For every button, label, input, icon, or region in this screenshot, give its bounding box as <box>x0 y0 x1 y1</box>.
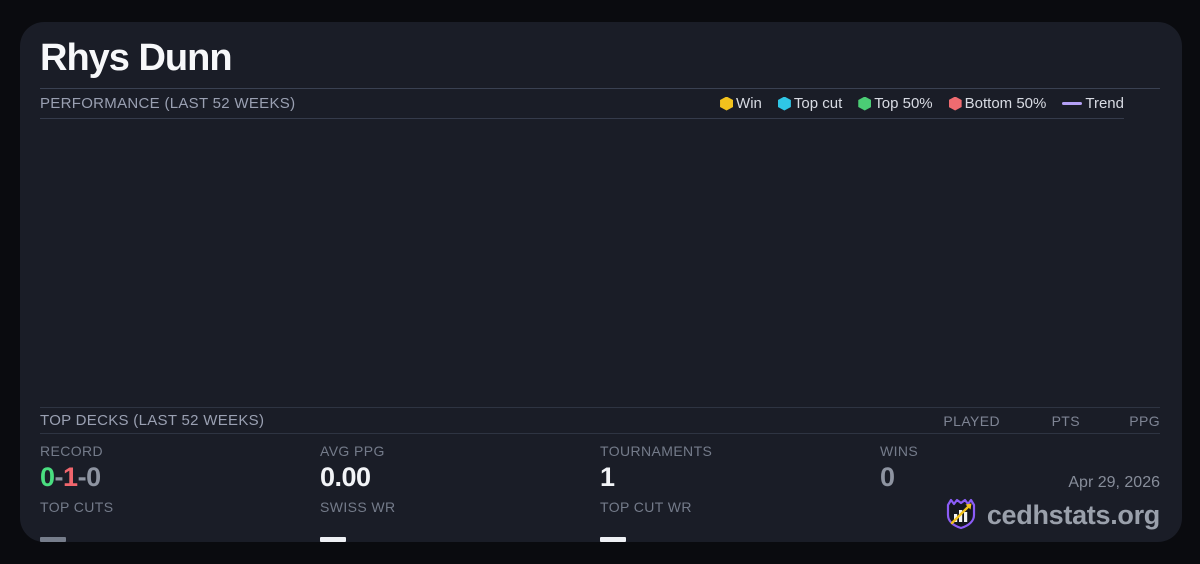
brand: cedhstats.org <box>943 495 1160 536</box>
legend-label: Top cut <box>793 95 843 112</box>
trend-line-icon <box>1062 102 1083 105</box>
avg-ppg-value: 0.00 <box>320 462 371 492</box>
performance-header: PERFORMANCE (LAST 52 WEEKS) Win Top cut … <box>40 89 1124 119</box>
stat-label: TOP CUTS <box>40 499 114 515</box>
tournaments-value: 1 <box>600 462 615 492</box>
legend-item-trend: Trend <box>1062 95 1124 112</box>
record-value: 0-1-0 <box>40 462 320 492</box>
stat-swiss-wr: SWISS WR — <box>320 492 600 542</box>
performance-heading: PERFORMANCE (LAST 52 WEEKS) <box>40 95 296 112</box>
title-block: Rhys Dunn <box>40 22 1160 89</box>
legend-item-win: Win <box>720 95 762 112</box>
player-stats-card: Rhys Dunn PERFORMANCE (LAST 52 WEEKS) Wi… <box>20 22 1182 542</box>
column-ppg: PPG <box>1129 412 1160 429</box>
top-decks-heading: TOP DECKS (LAST 52 WEEKS) <box>40 412 265 429</box>
stat-label: TOP CUT WR <box>600 499 692 515</box>
top-cut-marker-icon <box>777 96 791 111</box>
deck-table-columns: PLAYED PTS PPG <box>920 413 1160 429</box>
top-cut-wr-empty-value: — <box>600 537 626 542</box>
record-losses: 1 <box>63 462 78 492</box>
record-wins: 0 <box>40 462 55 492</box>
performance-chart <box>40 119 1160 407</box>
top-cuts-empty-value: — <box>40 537 66 542</box>
legend-item-top-cut: Top cut <box>777 95 843 112</box>
stat-tournaments: TOURNAMENTS 1 <box>600 443 880 492</box>
column-pts: PTS <box>1051 412 1080 429</box>
swiss-wr-empty-value: — <box>320 537 346 542</box>
stat-top-cut-wr: TOP CUT WR — <box>600 492 880 542</box>
page-title: Rhys Dunn <box>40 37 233 79</box>
legend-label: Top 50% <box>874 95 933 112</box>
stat-avg-ppg: AVG PPG 0.00 <box>320 443 600 492</box>
legend-label: Trend <box>1085 95 1124 112</box>
legend-item-bottom50: Bottom 50% <box>948 95 1047 112</box>
stat-record: RECORD 0-1-0 <box>40 443 320 492</box>
top-decks-header: TOP DECKS (LAST 52 WEEKS) PLAYED PTS PPG <box>40 407 1160 434</box>
chart-legend: Win Top cut Top 50% Bottom 50% Trend <box>720 95 1124 112</box>
win-marker-icon <box>720 96 734 111</box>
cedhstats-shield-logo-icon <box>943 495 979 536</box>
legend-label: Win <box>736 95 762 112</box>
record-sep: - <box>77 462 87 492</box>
brand-name: cedhstats.org <box>986 500 1160 530</box>
legend-item-top50: Top 50% <box>858 95 933 112</box>
stat-label: TOURNAMENTS <box>600 443 713 459</box>
stat-top-cuts: TOP CUTS — <box>40 492 320 542</box>
stat-label: WINS <box>880 443 919 459</box>
legend-label: Bottom 50% <box>964 95 1047 112</box>
column-played: PLAYED <box>943 412 1000 429</box>
stat-label: AVG PPG <box>320 443 385 459</box>
stat-label: RECORD <box>40 443 104 459</box>
bottom50-marker-icon <box>948 96 962 111</box>
record-draws: 0 <box>86 462 101 492</box>
top50-marker-icon <box>858 96 872 111</box>
date-label: Apr 29, 2026 <box>1068 474 1160 491</box>
record-sep: - <box>54 462 64 492</box>
stat-label: SWISS WR <box>320 499 396 515</box>
card-footer: Apr 29, 2026 cedhstats.org <box>943 474 1160 536</box>
